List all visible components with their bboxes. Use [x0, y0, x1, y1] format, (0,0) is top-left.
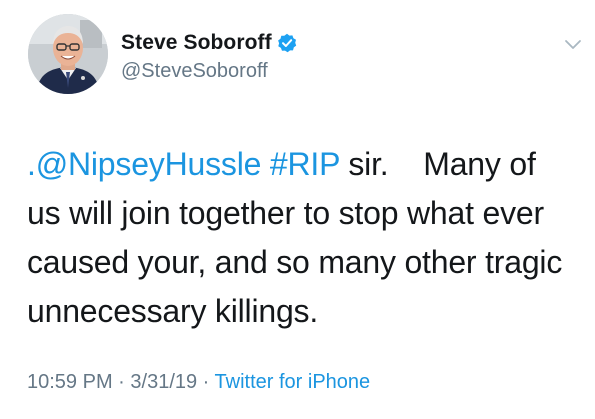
meta-separator: · [112, 371, 131, 393]
tweet-source-link[interactable]: Twitter for iPhone [215, 371, 371, 393]
tweet-prefix: . [27, 146, 36, 182]
avatar[interactable] [28, 14, 108, 94]
tweet-text-segment: sir. Many of [339, 146, 536, 182]
tweet-meta: 10:59 PM · 3/31/19 · Twitter for iPhone [27, 371, 370, 394]
tweet-line-2: us will join together to stop what ever [27, 195, 544, 231]
tweet-line-1: .@NipseyHussle #RIP sir. Many of [27, 140, 587, 189]
tweet: Steve Soboroff @SteveSoboroff .@NipseyHu… [0, 0, 595, 419]
author-handle[interactable]: @SteveSoboroff [121, 60, 297, 83]
verified-badge-icon [277, 33, 297, 53]
name-row: Steve Soboroff [121, 30, 297, 56]
tweet-line-4: unnecessary killings. [27, 293, 319, 329]
mention-link[interactable]: @NipseyHussle [36, 146, 262, 182]
tweet-text: .@NipseyHussle #RIP sir. Many of us will… [27, 140, 587, 336]
tweet-time[interactable]: 10:59 PM [27, 371, 113, 393]
meta-separator: · [197, 371, 215, 393]
tweet-line-3: caused your, and so many other tragic [27, 244, 563, 280]
author-block[interactable]: Steve Soboroff @SteveSoboroff [121, 30, 297, 90]
chevron-down-icon[interactable] [564, 38, 582, 52]
tweet-date[interactable]: 3/31/19 [130, 371, 197, 393]
hashtag-link[interactable]: #RIP [270, 146, 340, 182]
avatar-photo [28, 14, 108, 94]
author-display-name[interactable]: Steve Soboroff [121, 31, 272, 55]
